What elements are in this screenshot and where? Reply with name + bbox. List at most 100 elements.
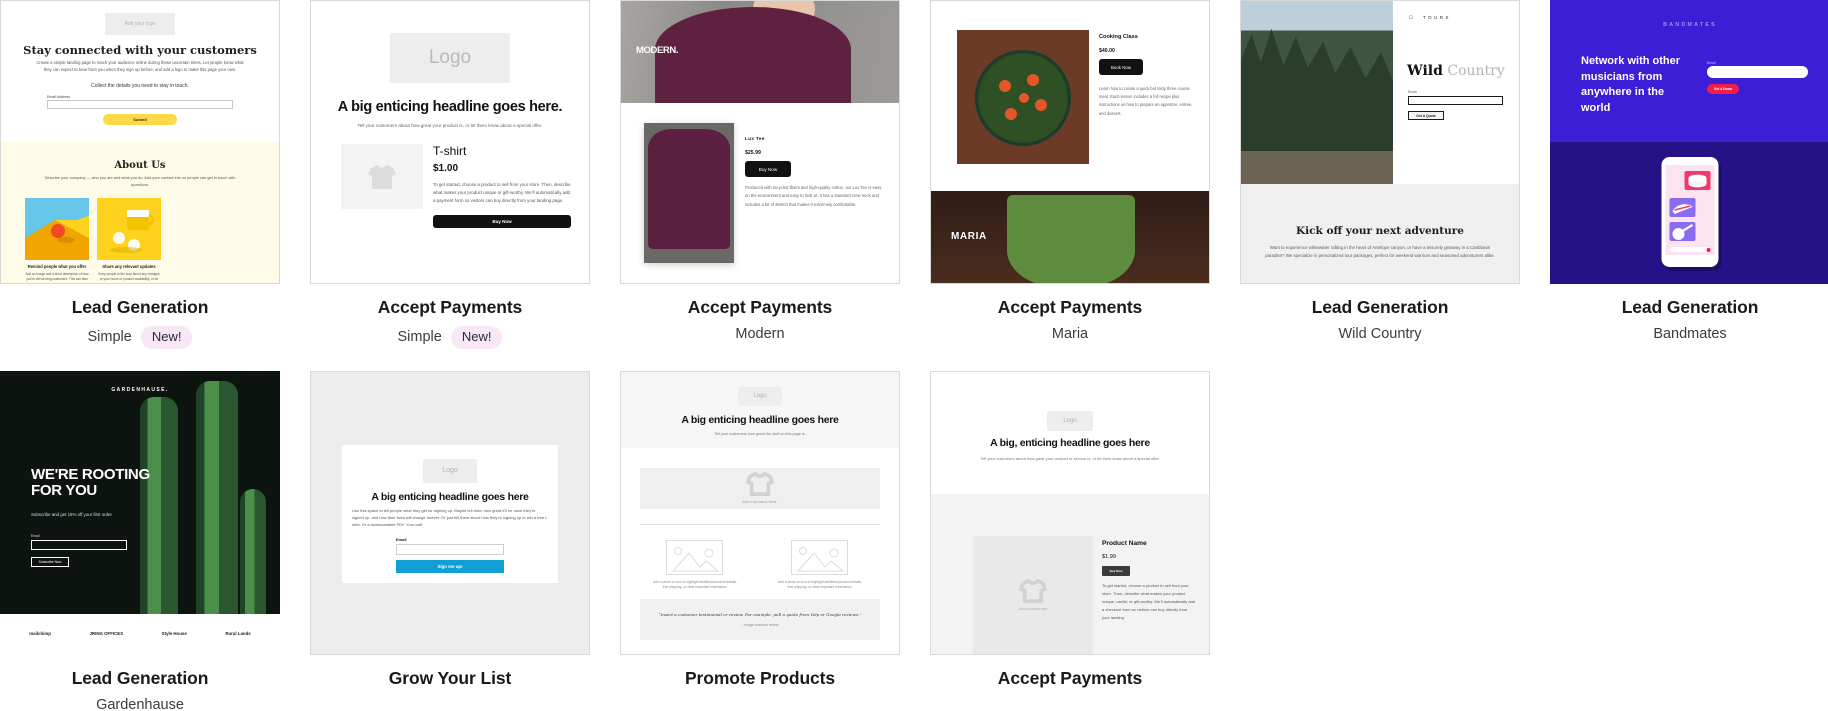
card-caption: Accept Payments [930,655,1210,689]
card-subtitle-row: Bandmates [1550,326,1828,342]
card-subtitle: Wild Country [1338,326,1422,342]
chat-bubble-banjo [1669,222,1696,241]
preview-nav-tours: ☐ TOURS [1409,15,1451,21]
preview-buy-button[interactable]: Buy Now [745,161,791,177]
preview-paragraph: Create a simple landing page to reach yo… [36,60,244,73]
preview-product-placeholder[interactable]: Add a product here [973,535,1093,654]
template-card-grow-your-list[interactable]: Logo A big enticing headline goes here U… [310,370,590,711]
template-preview-maria[interactable]: Cooking Class $40.00 Book Now Learn how … [930,0,1210,284]
template-preview-bandmates[interactable]: BANDMATES Network with other musicians f… [1550,0,1828,284]
template-preview-wild-country[interactable]: ☐ TOURS Wild Country Email Get A Quote K… [1240,0,1520,284]
preview-paragraph: Tell your customers how great the stuff … [714,431,806,436]
template-grid: Add your logo Stay connected with your c… [0,0,1828,711]
preview-feature-text-1: Add an image and a short description of … [25,272,89,283]
card-subtitle-row: Wild Country [1240,326,1520,342]
logo-placeholder: Logo [738,386,782,406]
template-preview-modern[interactable]: MODERN. Lux Tee $25.99 Buy Now Produced … [620,0,900,284]
preview-signup-button[interactable]: Sign me up! [396,559,504,573]
preview-form-card: Logo A big enticing headline goes here U… [342,444,558,583]
card-title: Grow Your List [388,667,512,688]
preview-description: To get started, choose a product to sell… [1102,582,1196,620]
preview-submit-button[interactable]: Submit [103,114,177,125]
forest-silhouette [1241,28,1393,151]
card-title: Lead Generation [1621,297,1759,317]
phone-message-input[interactable] [1670,247,1710,252]
preview-product-name: T-shirt [433,144,467,158]
preview-section-paragraph: Describe your company — who you are and … [44,175,236,187]
card-subtitle-row: Simple New! [310,326,590,349]
logo-placeholder: Logo [423,458,477,483]
template-card-modern-accept-payments[interactable]: MODERN. Lux Tee $25.99 Buy Now Produced … [620,0,900,349]
testimonial-quote: “Insert a customer testimonial or review… [658,611,862,617]
preview-email-input[interactable] [47,100,233,109]
card-caption: Accept Payments Simple New! [310,284,590,349]
template-preview-simple-lead-generation[interactable]: Add your logo Stay connected with your c… [0,0,280,284]
template-preview-promote-products[interactable]: Logo A big enticing headline goes here T… [620,370,900,655]
preview-headline: A big enticing headline goes here [681,413,839,426]
template-card-wild-country[interactable]: ☐ TOURS Wild Country Email Get A Quote K… [1240,0,1520,349]
preview-email-input[interactable] [1408,96,1503,105]
card-caption: Accept Payments Modern [620,284,900,342]
preview-quote-button[interactable]: Get A Quote [1408,111,1444,120]
divider [640,523,880,525]
card-title: Accept Payments [377,297,523,317]
product-placeholder-text: Add a product here. [742,499,778,505]
preview-subscribe-button[interactable]: Subscribe Now [31,556,69,567]
preview-feature-image-1 [25,198,89,260]
preview-paragraph: Subscribe and get 15% off your first ord… [31,511,112,517]
template-preview-grow-your-list[interactable]: Logo A big enticing headline goes here U… [310,370,590,655]
card-title: Lead Generation [71,667,209,688]
preview-photo-placeholder-2[interactable] [791,539,848,575]
food-bowl [975,50,1071,146]
preview-logo: MARIA [951,231,987,242]
preview-email-input[interactable] [1707,66,1808,78]
template-card-accept-payments-basic[interactable]: Logo A big, enticing headline goes here … [930,370,1210,711]
card-subtitle-row: Modern [620,326,900,342]
preview-section-title: Kick off your next adventure [1296,225,1464,237]
preview-price: $25.99 [745,150,761,156]
partner-logo-3: Style House [161,630,187,636]
preview-headline: Network with other musicians from anywhe… [1581,55,1681,114]
phone-screen [1665,165,1715,255]
template-preview-accept-payments-basic[interactable]: Logo A big, enticing headline goes here … [930,370,1210,655]
template-preview-simple-accept-payments[interactable]: Logo A big enticing headline goes here. … [310,0,590,284]
chat-bubble-drum [1684,171,1711,190]
preview-email-input[interactable] [31,539,127,550]
template-card-promote-products[interactable]: Logo A big enticing headline goes here T… [620,370,900,711]
preview-buy-button[interactable]: Buy Now [433,215,571,228]
preview-email-input[interactable] [396,543,504,555]
template-card-simple-lead-generation[interactable]: Add your logo Stay connected with your c… [0,0,280,349]
nav-label: TOURS [1422,15,1451,20]
template-card-maria-accept-payments[interactable]: Cooking Class $40.00 Book Now Learn how … [930,0,1210,349]
preview-feature-image-2 [97,198,161,260]
preview-testimonial: “Insert a customer testimonial or review… [640,598,880,640]
preview-photo-placeholder-1[interactable] [666,539,723,575]
card-title: Accept Payments [687,297,833,317]
preview-paragraph: Tell your customers about how great your… [980,455,1160,461]
preview-photo-caption-2: Add a photo or icon to highlight additio… [778,579,862,590]
cactus-2 [196,380,238,614]
preview-product-placeholder[interactable]: Add a product here. [640,467,880,509]
card-caption: Lead Generation Bandmates [1550,284,1828,342]
template-preview-gardenhause[interactable]: GARDENHAUSE. WE'RE ROOTING FOR YOU Subsc… [0,370,280,655]
preview-price: $1.99 [1102,553,1116,560]
preview-product-name: Cooking Class [1099,34,1138,40]
preview-logo: BANDMATES [1663,22,1717,28]
preview-product-name: Lux Tee [745,136,765,141]
preview-demo-button[interactable]: Get A Demo [1707,84,1739,94]
preview-book-button[interactable]: Book Now [1099,59,1143,75]
product-placeholder-text: Add a product here [1018,606,1048,611]
cactus-3 [240,488,266,614]
template-card-simple-accept-payments[interactable]: Logo A big enticing headline goes here. … [310,0,590,349]
preview-phone-mockup [1661,157,1719,267]
phone-send-icon[interactable] [1706,248,1711,252]
logo-placeholder: Add your logo [105,13,175,35]
template-card-bandmates[interactable]: BANDMATES Network with other musicians f… [1550,0,1828,349]
card-caption: Lead Generation Simple New! [0,284,280,349]
new-badge: New! [450,326,503,349]
preview-top-section [621,371,899,448]
preview-headline: A big, enticing headline goes here [990,436,1150,449]
template-card-gardenhause[interactable]: GARDENHAUSE. WE'RE ROOTING FOR YOU Subsc… [0,370,280,711]
preview-buy-button[interactable]: Buy Now [1102,565,1130,576]
preview-feature-text-2: Keep people in the loop about any change… [98,272,160,283]
